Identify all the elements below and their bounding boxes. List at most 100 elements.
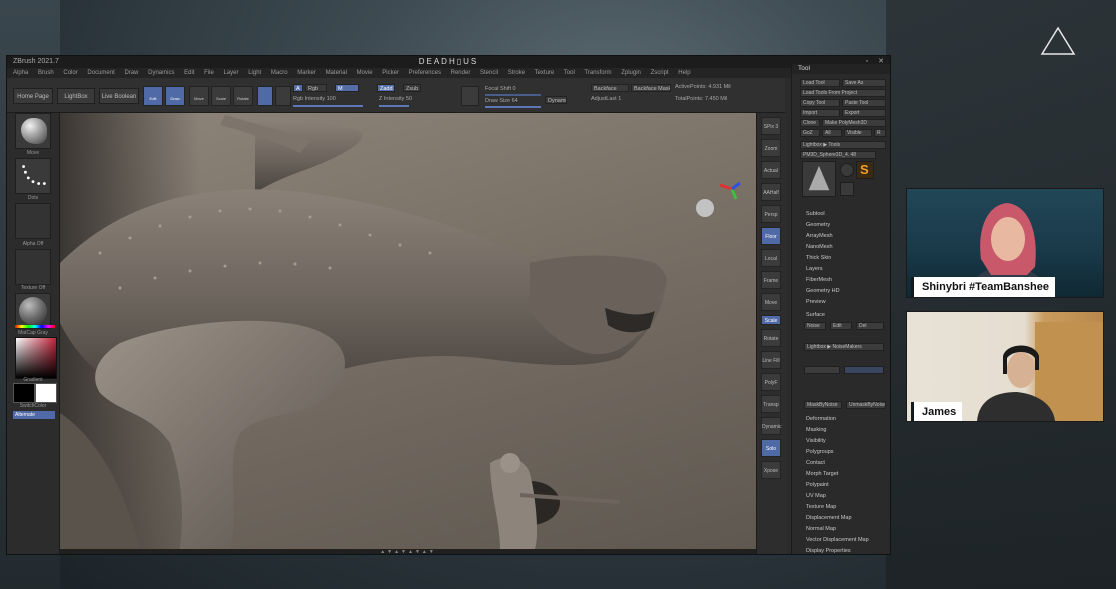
subpanel-visibility[interactable]: Visibility [806, 438, 826, 444]
frame-button[interactable]: Frame [761, 271, 781, 289]
current-tool-slider[interactable]: PM3D_Sphere3D_4. 48 [800, 151, 876, 159]
color-picker[interactable] [15, 337, 57, 379]
menu-draw[interactable]: Draw [124, 70, 138, 76]
actual-button[interactable]: Actual [761, 161, 781, 179]
clone-button[interactable]: Clone [800, 119, 820, 127]
floor-button[interactable]: Floor [761, 227, 781, 245]
goz-all-button[interactable]: All [822, 129, 842, 137]
subpanel-deformation[interactable]: Deformation [806, 416, 836, 422]
switch-color-label[interactable]: SwitchColor [7, 403, 59, 409]
subpanel-thick-skin[interactable]: Thick Skin [806, 255, 831, 261]
export-button[interactable]: Export [842, 109, 886, 117]
load-tool-button[interactable]: Load Tool [800, 79, 840, 87]
subpanel-layers[interactable]: Layers [806, 266, 823, 272]
edit-mode-icon[interactable]: Edit [143, 86, 163, 106]
subpanel-arraymesh[interactable]: ArrayMesh [806, 233, 833, 239]
home-page-button[interactable]: Home Page [13, 88, 53, 104]
rotate-view-button[interactable]: Rotate [761, 329, 781, 347]
menu-file[interactable]: File [204, 70, 214, 76]
noise-del-button[interactable]: Del [856, 322, 884, 330]
linefill-button[interactable]: Line Fill [761, 351, 781, 369]
make-polymesh3d-button[interactable]: Make PolyMesh3D [822, 119, 886, 127]
subpanel-preview[interactable]: Preview [806, 299, 826, 305]
subpanel-polypaint[interactable]: Polypaint [806, 482, 829, 488]
subpanel-geometry[interactable]: Geometry [806, 222, 830, 228]
aahalf-button[interactable]: AAHalf [761, 183, 781, 201]
subpanel-polygroups[interactable]: Polygroups [806, 449, 834, 455]
material-selector[interactable] [15, 293, 51, 329]
primary-color-swatch[interactable] [13, 383, 35, 403]
adjust-last-slider[interactable]: AdjustLast 1 [591, 96, 621, 102]
paste-tool-button[interactable]: Paste Tool [842, 99, 886, 107]
menu-stroke[interactable]: Stroke [508, 70, 525, 76]
transp-button[interactable]: Transp [761, 395, 781, 413]
mask-by-noise-button[interactable]: MaskByNoise [804, 401, 842, 409]
menu-alpha[interactable]: Alpha [13, 70, 28, 76]
scale-view-button[interactable]: Scale [761, 315, 781, 325]
subpanel-displacement-map[interactable]: Displacement Map [806, 515, 852, 521]
xpose-button[interactable]: Xpose [761, 461, 781, 479]
secondary-color-swatch[interactable] [35, 383, 57, 403]
backface-mask-button[interactable]: Backface Mask [631, 84, 671, 92]
z-intensity-slider[interactable]: Z Intensity 50 [379, 96, 412, 102]
menu-brush[interactable]: Brush [38, 70, 54, 76]
menu-light[interactable]: Light [248, 70, 261, 76]
polymesh-tool-icon[interactable] [840, 182, 854, 196]
simple-brush-icon[interactable]: S [856, 161, 874, 179]
lightbox-button[interactable]: LightBox [57, 88, 95, 104]
focal-shift-slider[interactable]: Focal Shift 0 [485, 86, 516, 92]
goz-button[interactable]: GoZ [800, 129, 820, 137]
menu-transform[interactable]: Transform [584, 70, 611, 76]
menu-render[interactable]: Render [451, 70, 471, 76]
zadd-toggle[interactable]: Zadd [377, 84, 395, 92]
goz-r-button[interactable]: R [874, 129, 886, 137]
subpanel-texture-map[interactable]: Texture Map [806, 504, 836, 510]
menu-macro[interactable]: Macro [271, 70, 288, 76]
zsub-toggle[interactable]: Zsub [403, 84, 421, 92]
placeholder-slider-right[interactable] [844, 366, 884, 374]
menu-picker[interactable]: Picker [382, 70, 399, 76]
persp-button[interactable]: Persp [761, 205, 781, 223]
menu-layer[interactable]: Layer [224, 70, 239, 76]
save-as-button[interactable]: Save As [842, 79, 886, 87]
local-button[interactable]: Local [761, 249, 781, 267]
sphere3d-tool-icon[interactable] [840, 163, 854, 177]
import-button[interactable]: Import [800, 109, 840, 117]
subpanel-display-properties[interactable]: Display Properties [806, 548, 851, 554]
subpanel-masking[interactable]: Masking [806, 427, 826, 433]
dynamic-button[interactable]: Dynamic [545, 96, 567, 104]
subpanel-vector-displacement-map[interactable]: Vector Displacement Map [806, 537, 869, 543]
noise-edit-button[interactable]: Edit [830, 322, 852, 330]
texture-selector[interactable] [15, 249, 51, 285]
sphere-tool-icon[interactable] [275, 86, 291, 106]
live-boolean-button[interactable]: Live Boolean [99, 88, 139, 104]
rgb-toggle[interactable]: Rgb [305, 84, 327, 92]
subpanel-fibermesh[interactable]: FiberMesh [806, 277, 832, 283]
m-toggle[interactable]: M [335, 84, 359, 92]
move-mode-icon[interactable]: Move [189, 86, 209, 106]
unmask-by-noise-button[interactable]: UnmaskByNoise [846, 401, 886, 409]
menu-preferences[interactable]: Preferences [409, 70, 441, 76]
rotate-mode-icon[interactable]: Rotate [233, 86, 253, 106]
subpanel-contact[interactable]: Contact [806, 460, 825, 466]
polyf-button[interactable]: PolyF [761, 373, 781, 391]
menu-marker[interactable]: Marker [297, 70, 316, 76]
menu-stencil[interactable]: Stencil [480, 70, 498, 76]
menu-tool[interactable]: Tool [564, 70, 575, 76]
menu-dynamics[interactable]: Dynamics [148, 70, 174, 76]
backface-button[interactable]: Backface [591, 84, 629, 92]
subpanel-geometry-hd[interactable]: Geometry HD [806, 288, 840, 294]
zoom-button[interactable]: Zoom [761, 139, 781, 157]
viewport-canvas[interactable] [60, 113, 756, 549]
menu-color[interactable]: Color [63, 70, 77, 76]
material-icon[interactable] [257, 86, 273, 106]
menu-document[interactable]: Document [87, 70, 114, 76]
brush-icon[interactable] [461, 86, 479, 106]
placeholder-slider-left[interactable] [804, 366, 840, 374]
brush-selector[interactable] [15, 113, 51, 149]
goz-visible-button[interactable]: Visible [844, 129, 872, 137]
lightbox-noisemakers-button[interactable]: Lightbox ▶ NoiseMakers [804, 343, 884, 351]
load-tools-from-project-button[interactable]: Load Tools From Project [800, 89, 886, 97]
menu-zscript[interactable]: Zscript [651, 70, 669, 76]
subpanel-normal-map[interactable]: Normal Map [806, 526, 836, 532]
